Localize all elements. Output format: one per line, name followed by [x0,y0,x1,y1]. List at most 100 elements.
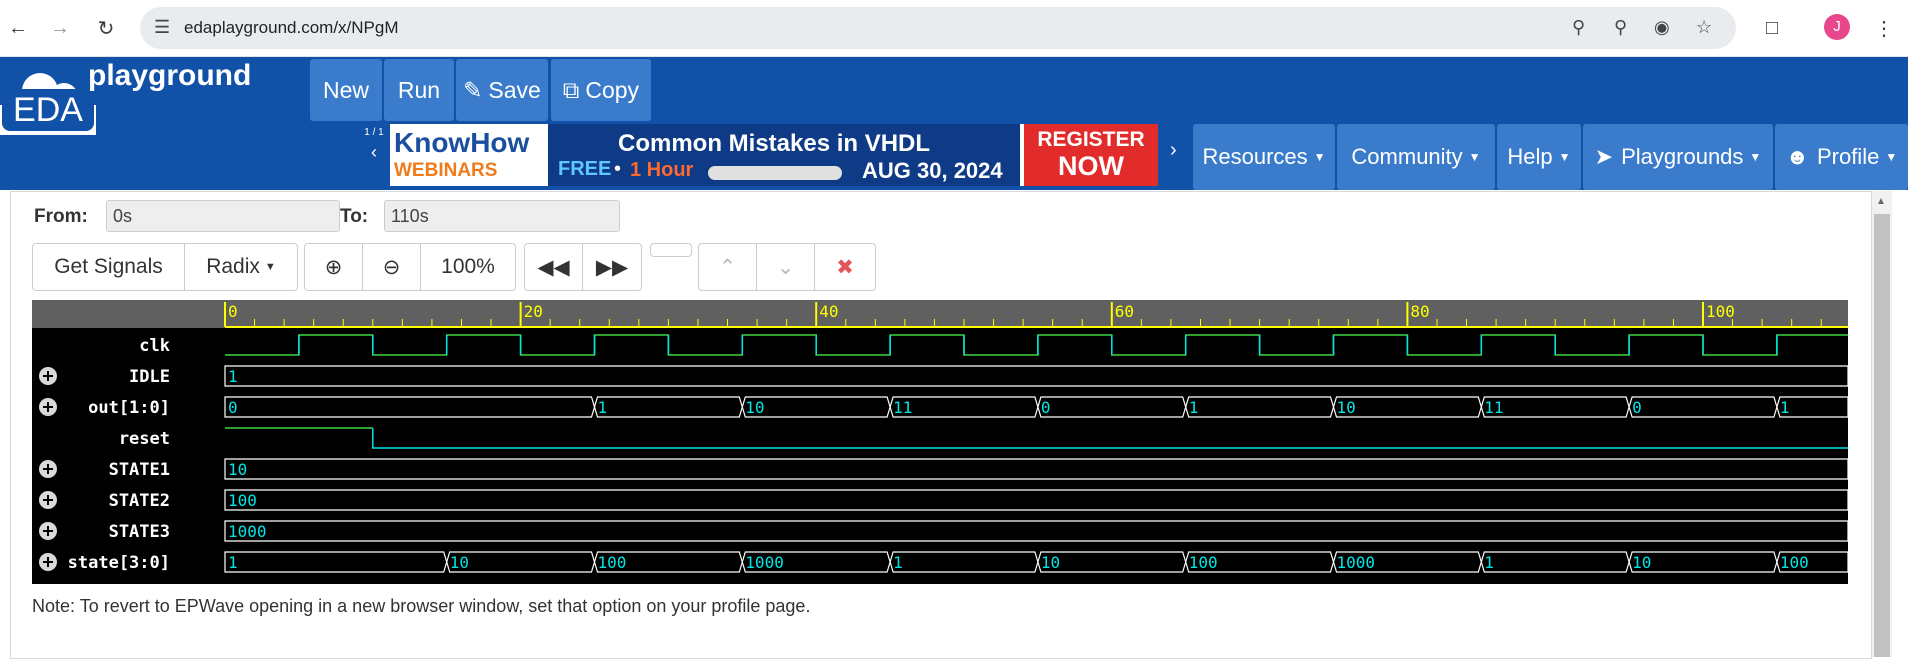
move-down-button[interactable]: ⌄ [757,244,815,290]
bus-value: 100 [1780,553,1809,572]
move-up-button[interactable]: ⌃ [699,244,757,290]
signal-name[interactable]: out[1:0] [88,398,170,418]
zoom-in-button[interactable]: ⊕ [305,244,363,290]
ad-free: FREE [558,158,612,180]
radix-button[interactable]: Radix ▼ [185,244,297,290]
caret-down-icon: ▼ [1558,150,1571,164]
menu-help[interactable]: Help ▼ [1497,124,1581,190]
signal-name[interactable]: STATE3 [109,522,170,542]
menu-icon[interactable]: ⋮ [1868,12,1900,44]
forward-icon[interactable]: → [44,12,76,44]
fast-backward-icon: ◀◀ [537,255,570,279]
avatar[interactable]: J [1824,14,1850,40]
from-label: From: [34,206,88,227]
bus-value: 11 [893,398,912,417]
menu-resources-label: Resources [1202,144,1308,169]
ad-banner[interactable]: KnowHow WEBINARS Common Mistakes in VHDL… [390,124,1158,186]
get-signals-button[interactable]: Get Signals [33,244,185,290]
delete-button[interactable]: ✖ [815,244,875,290]
time-tick-label: 100 [1706,302,1735,321]
bus-value: 1000 [228,522,267,541]
radix-label: Radix [206,255,260,278]
chevron-right-icon[interactable]: › [1170,139,1177,162]
site-settings-icon[interactable]: ☰ [154,17,170,38]
from-input[interactable]: 0s [106,200,340,232]
new-button[interactable]: New [310,59,382,121]
menu-playgrounds[interactable]: ➤ Playgrounds ▼ [1583,124,1773,190]
chevron-left-icon[interactable]: ‹ [360,142,388,163]
get-signals-label: Get Signals [54,255,163,278]
bus-value: 10 [1632,553,1651,572]
menu-help-label: Help [1507,144,1553,169]
seek-forward-button[interactable]: ▶▶ [583,244,641,290]
scrollbar-thumb[interactable] [1874,214,1890,657]
bus-value: 0 [228,398,238,417]
rocket-icon: ➤ [1594,144,1614,169]
caret-down-icon: ▼ [1313,150,1326,164]
signal-name[interactable]: STATE1 [109,460,170,480]
caret-down-icon: ▼ [1749,150,1762,164]
bus-value: 11 [1484,398,1503,417]
ad-duration: 1 Hour [630,159,694,181]
copy-button[interactable]: ⧉ Copy [551,59,651,121]
ad-pager-text: 1 / 1 [364,127,384,138]
ad-brand-2: WEBINARS [394,160,498,181]
ad-pager[interactable]: 1 / 1 ‹ [360,127,388,187]
note-text: Note: To revert to EPWave opening in a n… [32,596,811,616]
caret-down-icon: ▼ [264,261,276,273]
copy-icon: ⧉ [562,76,580,103]
ad-cta[interactable]: REGISTER NOW [1024,124,1158,186]
address-bar[interactable]: ☰ edaplayground.com/x/NPgM ⚲ ⚲ ◉ ☆ [140,7,1736,49]
ad-date: AUG 30, 2024 [862,158,1003,183]
back-icon[interactable]: ← [2,12,34,44]
bus-value: 1 [598,398,608,417]
logo-sub[interactable]: playground [88,59,251,93]
zoom-out-button[interactable]: ⊖ [363,244,421,290]
run-button[interactable]: Run [384,59,454,121]
signal-name[interactable]: state[3:0] [68,553,170,573]
waveform-viewer[interactable]: 0 20 40 60 80 100clkIDLE 1out[1:0] 0 1 10 11 0 1 10 11… [32,300,1848,584]
bus-value: 0 [1632,398,1642,417]
star-icon[interactable]: ☆ [1696,17,1712,38]
ad-title: Common Mistakes in VHDL [618,130,931,157]
bus-value: 100 [1189,553,1218,572]
extensions-icon[interactable]: □ [1756,12,1788,44]
url-text[interactable]: edaplayground.com/x/NPgM [184,18,399,38]
menu-resources[interactable]: Resources ▼ [1193,124,1335,190]
zoom-in-icon: ⊕ [324,255,343,279]
signal-name[interactable]: clk [139,336,170,356]
logo-main[interactable]: EDA [2,89,94,131]
app-header: EDA playground New Run ✎ Save ⧉ Copy 1 / 1… [0,57,1908,190]
zoom-icon[interactable]: ⚲ [1614,17,1627,38]
ad-dot: • [614,158,622,180]
zoom-level-label: 100% [441,255,495,278]
to-input[interactable]: 110s [384,200,620,232]
menu-community-label: Community [1351,144,1463,169]
signal-order-group: ⌃ ⌄ ✖ [698,243,876,291]
menu-community[interactable]: Community ▼ [1337,124,1495,190]
time-tick-label: 20 [524,302,543,321]
caret-down-icon: ▼ [1468,150,1481,164]
empty-button[interactable] [650,243,692,257]
bus-value: 100 [598,553,627,572]
eye-off-icon[interactable]: ◉ [1654,17,1670,38]
reload-icon[interactable]: ↻ [90,12,122,44]
zoom-level[interactable]: 100% [421,244,515,290]
time-tick-label: 80 [1410,302,1429,321]
key-icon[interactable]: ⚲ [1572,17,1585,38]
bus-value: 10 [1337,398,1356,417]
seek-back-button[interactable]: ◀◀ [525,244,583,290]
scroll-up-icon[interactable]: ▲ [1876,196,1886,207]
signal-name[interactable]: reset [119,429,170,449]
signal-name[interactable]: STATE2 [109,491,170,511]
signals-group: Get Signals Radix ▼ [32,243,298,291]
signal-name[interactable]: IDLE [129,367,170,387]
menu-playgrounds-label: Playgrounds [1621,144,1744,169]
time-tick-label: 0 [228,302,238,321]
menu-profile[interactable]: ☻ Profile ▼ [1775,124,1908,190]
run-label: Run [397,76,441,103]
bus-value: 100 [228,491,257,510]
to-label: To: [340,206,369,227]
save-button[interactable]: ✎ Save [456,59,548,121]
seek-group: ◀◀ ▶▶ [524,243,642,291]
